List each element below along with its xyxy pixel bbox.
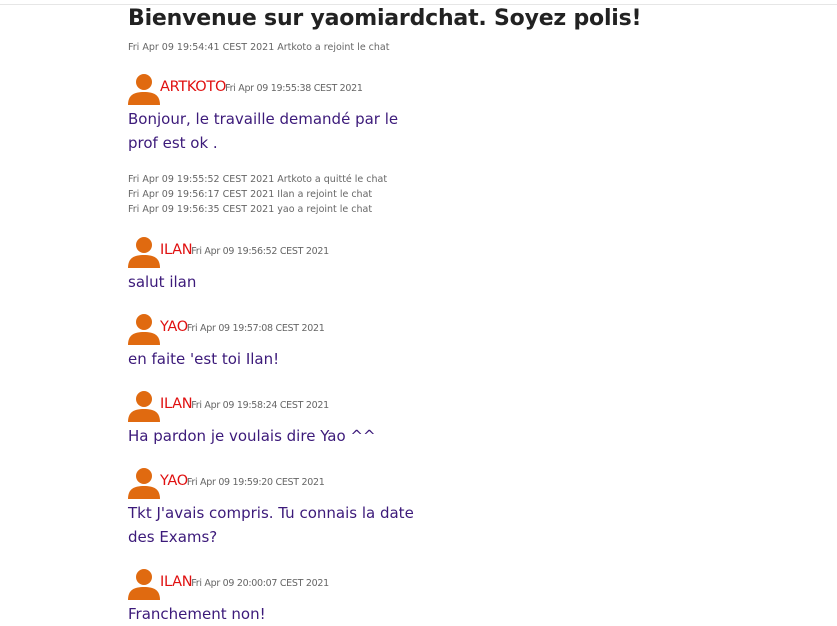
message-header: ARTKOTOFri Apr 09 19:55:38 CEST 2021 — [128, 73, 828, 105]
message-timestamp: Fri Apr 09 19:59:20 CEST 2021 — [186, 477, 325, 488]
message-username: ILANFri Apr 09 19:58:24 CEST 2021 — [160, 396, 329, 412]
system-event: Fri Apr 09 19:56:35 CEST 2021 yao a rejo… — [128, 204, 373, 215]
message-username: YAOFri Apr 09 19:57:08 CEST 2021 — [160, 319, 325, 335]
message-header: ILANFri Apr 09 19:56:52 CEST 2021 — [128, 236, 828, 268]
message-timestamp: Fri Apr 09 19:55:38 CEST 2021 — [225, 83, 363, 94]
user-avatar-icon — [128, 314, 160, 345]
message-header: YAOFri Apr 09 19:57:08 CEST 2021 — [128, 313, 828, 345]
chat-log: Bienvenue sur yaomiardchat. Soyez polis!… — [128, 6, 828, 626]
user-avatar-icon — [128, 468, 160, 499]
chat-message: ILANFri Apr 09 19:58:24 CEST 2021 Ha par… — [128, 390, 828, 448]
message-text: en faite 'est toi Ilan! — [128, 350, 280, 368]
message-text: Tkt J'avais compris. Tu connais la date … — [128, 504, 414, 546]
chat-title: Bienvenue sur yaomiardchat. Soyez polis! — [128, 6, 642, 31]
message-header: ILANFri Apr 09 19:58:24 CEST 2021 — [128, 390, 828, 422]
chat-message: ILANFri Apr 09 20:00:07 CEST 2021 Franch… — [128, 568, 828, 626]
message-timestamp: Fri Apr 09 19:58:24 CEST 2021 — [191, 400, 329, 411]
message-text: Bonjour, le travaille demandé par le pro… — [128, 110, 399, 152]
message-header: YAOFri Apr 09 19:59:20 CEST 2021 — [128, 467, 828, 499]
top-divider — [0, 4, 837, 5]
message-header: ILANFri Apr 09 20:00:07 CEST 2021 — [128, 568, 828, 600]
message-username: ILANFri Apr 09 20:00:07 CEST 2021 — [160, 574, 329, 590]
message-username: ARTKOTOFri Apr 09 19:55:38 CEST 2021 — [160, 79, 363, 95]
user-avatar-icon — [128, 391, 160, 422]
message-text: Ha pardon je voulais dire Yao ^^ — [128, 427, 376, 445]
message-text: salut ilan — [128, 273, 197, 291]
user-avatar-icon — [128, 237, 160, 268]
system-event: Fri Apr 09 19:56:17 CEST 2021 Ilan a rej… — [128, 189, 373, 200]
message-username: YAOFri Apr 09 19:59:20 CEST 2021 — [160, 473, 325, 489]
chat-message: ARTKOTOFri Apr 09 19:55:38 CEST 2021 Bon… — [128, 73, 828, 155]
message-timestamp: Fri Apr 09 19:56:52 CEST 2021 — [191, 246, 329, 257]
message-timestamp: Fri Apr 09 20:00:07 CEST 2021 — [191, 578, 329, 589]
chat-message: ILANFri Apr 09 19:56:52 CEST 2021 salut … — [128, 236, 828, 294]
user-avatar-icon — [128, 74, 160, 105]
chat-message: YAOFri Apr 09 19:59:20 CEST 2021 Tkt J'a… — [128, 467, 828, 549]
user-avatar-icon — [128, 569, 160, 600]
message-username: ILANFri Apr 09 19:56:52 CEST 2021 — [160, 242, 329, 258]
system-events: Fri Apr 09 19:55:52 CEST 2021 Artkoto a … — [128, 172, 828, 217]
message-text: Franchement non! — [128, 605, 266, 623]
message-timestamp: Fri Apr 09 19:57:08 CEST 2021 — [186, 323, 325, 334]
system-event: Fri Apr 09 19:54:41 CEST 2021 Artkoto a … — [128, 42, 390, 53]
system-event: Fri Apr 09 19:55:52 CEST 2021 Artkoto a … — [128, 174, 388, 185]
chat-message: YAOFri Apr 09 19:57:08 CEST 2021 en fait… — [128, 313, 828, 371]
